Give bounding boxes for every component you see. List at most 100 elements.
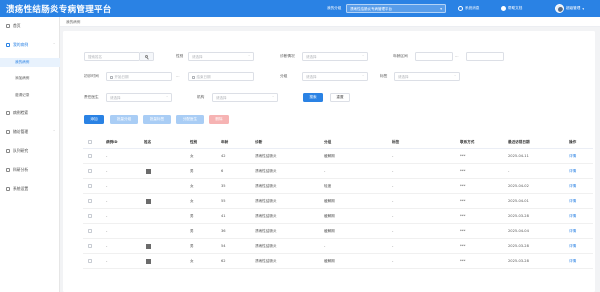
col-header-id[interactable]: 病例ID [106, 136, 118, 148]
age-max-input[interactable] [466, 52, 504, 61]
sidebar-sub-add-case[interactable]: 添加病例 [0, 74, 60, 83]
cell-tag: - [392, 199, 394, 203]
sidebar-item-label: 队列研究 [13, 147, 29, 153]
detail-link[interactable]: 详情 [569, 179, 576, 193]
sidebar-item-home[interactable]: 首页 [0, 21, 60, 30]
cell-id: - [106, 214, 108, 218]
table-row[interactable]: - 男 36 溃疡性结肠炎 缓解期 - *** 2025-04-04 详情 [83, 224, 593, 239]
avatar [555, 4, 564, 13]
batch-group-button[interactable]: 批量分组 [110, 115, 138, 124]
message-button[interactable]: 系统消息 [458, 5, 479, 12]
sidebar-item-case-search[interactable]: 病例检索 [0, 108, 60, 117]
table-row[interactable]: - 女 42 溃疡性结肠炎 缓解期 - *** 2025-04-11 详情 [83, 149, 593, 164]
table-row[interactable]: - 男 41 溃疡性结肠炎 缓解期 - *** 2025-03-28 详情 [83, 209, 593, 224]
chevron-down-icon: ▾ [582, 6, 585, 11]
cell-phone: *** [460, 229, 466, 233]
batch-tag-button[interactable]: 批量标签 [143, 115, 171, 124]
end-date-placeholder: 结束日期 [196, 75, 211, 80]
sidebar-item-cohort[interactable]: 队列研究 [0, 146, 60, 155]
breadcrumb: 我的病例 [60, 17, 600, 27]
col-header-name: 姓名 [144, 139, 152, 144]
sidebar-item-analysis[interactable]: 科研分析 [0, 165, 60, 174]
row-checkbox[interactable] [88, 259, 92, 263]
sidebar-sub-invites[interactable]: 邀请记录 [0, 91, 60, 100]
age-min-input[interactable] [415, 52, 453, 61]
cell-age: 6 [221, 169, 224, 173]
row-checkbox[interactable] [88, 244, 92, 248]
detail-link[interactable]: 详情 [569, 194, 576, 208]
row-checkbox[interactable] [88, 184, 92, 188]
col-header-age[interactable]: 年龄 [221, 136, 228, 148]
cell-date: - [508, 169, 510, 173]
row-checkbox[interactable] [88, 154, 92, 158]
table-row[interactable]: - 男 6 溃疡性结肠炎 - - *** - 详情 [83, 164, 593, 179]
search-icon [6, 110, 10, 115]
user-menu[interactable]: 超级管理 ▾ [555, 4, 584, 13]
group-select[interactable]: 请选择 ˅ [302, 72, 368, 81]
sidebar-sub-my-cases[interactable]: 我的病例 [0, 58, 60, 67]
row-checkbox[interactable] [88, 214, 92, 218]
cell-group: 轻度 [324, 183, 332, 188]
col-header-tag: 标签 [392, 139, 400, 144]
sidebar: 首页 我的病例 ˄ 我的病例 添加病例 邀请记录 病例检索 随访管理 ˅ 队列研… [0, 17, 60, 292]
row-checkbox[interactable] [88, 199, 92, 203]
org-filter-select[interactable]: 请选择 ˅ [212, 93, 278, 102]
cell-group: 缓解期 [324, 228, 335, 233]
sidebar-item-label: 系统设置 [13, 185, 29, 191]
cell-group: - [324, 169, 326, 173]
assign-doctor-button[interactable]: 分配医生 [176, 115, 204, 124]
tag-select[interactable]: 请选择 ˅ [394, 72, 460, 81]
col-header-last-visit[interactable]: 最近访视日期 [508, 136, 530, 148]
cell-phone: *** [460, 184, 466, 188]
sidebar-item-label: 科研分析 [13, 166, 29, 172]
sidebar-item-settings[interactable]: 系统设置 [0, 184, 60, 193]
gear-icon [6, 186, 10, 191]
visit-time-label: 初诊时间 [84, 74, 99, 78]
keyword-input[interactable]: 搜索姓名 [84, 52, 140, 61]
gender-select[interactable]: 请选择 ˅ [188, 52, 254, 61]
diagnosis-select[interactable]: 请选择 ˅ [302, 52, 368, 61]
detail-link[interactable]: 详情 [569, 224, 576, 238]
age-range-separator: ... [455, 54, 459, 58]
help-button[interactable]: 帮助文档 [501, 5, 522, 12]
delete-button[interactable]: 删除 [209, 115, 229, 124]
chevron-down-icon: ˅ [166, 95, 168, 100]
end-date-input[interactable]: 结束日期 [188, 72, 254, 81]
chevron-down-icon: ˅ [248, 54, 250, 59]
sidebar-item-label: 我的病例 [13, 41, 29, 47]
calendar-icon [110, 75, 113, 79]
sidebar-item-followup[interactable]: 随访管理 ˅ [0, 127, 60, 136]
cell-phone: *** [460, 214, 466, 218]
gender-placeholder: 请选择 [192, 55, 203, 60]
cell-gender: 女 [190, 183, 194, 188]
row-checkbox[interactable] [88, 169, 92, 173]
cell-date: 2025-04-11 [508, 154, 529, 158]
name-cell [146, 194, 151, 208]
col-header-actions: 操作 [569, 139, 577, 144]
user-name: 超级管理 [566, 6, 581, 10]
table-row[interactable]: - 女 55 溃疡性结肠炎 缓解期 - *** 2025-04-01 详情 [83, 194, 593, 209]
search-button[interactable]: 搜索 [303, 93, 323, 102]
row-checkbox[interactable] [88, 229, 92, 233]
detail-link[interactable]: 详情 [569, 164, 576, 178]
table-row[interactable]: - 男 54 溃疡性结肠炎 - - *** 2025-03-28 详情 [83, 239, 593, 254]
cell-diagnosis: 溃疡性结肠炎 [255, 168, 277, 173]
org-select[interactable]: 溃疡性结肠炎专病管理平台 ▾ [346, 4, 446, 13]
doctor-select[interactable]: 请选择 ˅ [106, 93, 172, 102]
add-button[interactable]: 添加 [84, 115, 104, 124]
keyword-search-button[interactable] [140, 52, 154, 61]
table-row[interactable]: - 女 35 溃疡性结肠炎 轻度 - *** 2025-04-02 详情 [83, 179, 593, 194]
detail-link[interactable]: 详情 [569, 149, 576, 163]
detail-link[interactable]: 详情 [569, 239, 576, 253]
reset-button[interactable]: 重置 [330, 93, 350, 102]
table-row[interactable]: - 女 62 溃疡性结肠炎 缓解期 - *** 2025-03-28 详情 [83, 254, 593, 269]
sidebar-item-my-cases[interactable]: 我的病例 ˄ [0, 40, 60, 49]
gender-label: 性别 [176, 54, 184, 58]
detail-link[interactable]: 详情 [569, 254, 576, 268]
detail-link[interactable]: 详情 [569, 209, 576, 223]
cell-diagnosis: 溃疡性结肠炎 [255, 153, 277, 158]
start-date-input[interactable]: 开始日期 [106, 72, 172, 81]
select-all-checkbox[interactable] [88, 140, 92, 144]
name-cell [146, 239, 151, 253]
sidebar-item-label: 首页 [13, 22, 21, 28]
